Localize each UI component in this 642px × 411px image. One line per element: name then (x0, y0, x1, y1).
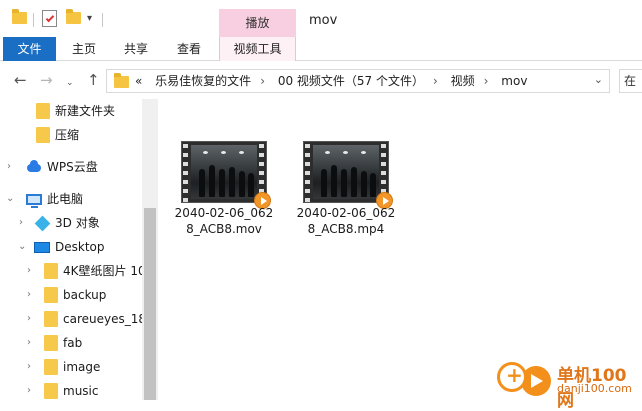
address-bar[interactable]: « 乐易佳恢复的文件 › 00 视频文件（57 个文件） › 视频 › mov ⌄ (106, 69, 610, 93)
nav-item-label: backup (63, 288, 107, 302)
navigation-pane: 新建文件夹 压缩 › WPS云盘 ⌄ 此电脑 › 3D 对象 ⌄ Desktop… (0, 99, 158, 400)
watermark-url: danji100.com (557, 382, 632, 395)
file-name: 2040-02-06_0628_ACB8.mov (174, 206, 274, 236)
new-folder-icon[interactable] (66, 9, 81, 30)
chevron-right-icon[interactable]: › (27, 356, 31, 378)
nav-item-image[interactable]: › image (0, 356, 142, 378)
nav-item-desktop[interactable]: ⌄ Desktop (0, 236, 142, 258)
nav-item-label: 压缩 (55, 128, 80, 142)
cloud-icon (27, 160, 41, 172)
nav-scrollbar[interactable] (142, 99, 158, 400)
chevron-right-icon[interactable]: › (433, 74, 438, 88)
nav-item-label: 4K壁纸图片 10 (63, 264, 142, 278)
folder-icon (44, 359, 58, 375)
watermark-logo: 单机100网 danji100.com (497, 358, 642, 411)
chevron-right-icon[interactable]: › (27, 308, 31, 330)
file-name: 2040-02-06_0628_ACB8.mp4 (296, 206, 396, 236)
toolbar-divider (102, 13, 103, 27)
tab-share[interactable]: 共享 (113, 37, 159, 61)
film-strip-icon (181, 141, 267, 203)
folder-icon (44, 335, 58, 351)
nav-item-4k-wallpaper[interactable]: › 4K壁纸图片 10 (0, 260, 142, 282)
context-tab-play[interactable]: 播放 (219, 9, 296, 37)
nav-item-label: 此电脑 (47, 192, 84, 206)
folder-icon (44, 287, 58, 303)
window-title: mov (309, 13, 338, 28)
computer-icon (26, 194, 42, 208)
nav-item-label: Desktop (55, 240, 105, 254)
nav-item-careueyes[interactable]: › careueyes_18 (0, 308, 142, 330)
breadcrumb-item[interactable]: 视频 (451, 74, 475, 88)
chevron-right-icon[interactable]: › (260, 74, 265, 88)
toolbar-divider (33, 13, 34, 27)
tab-video-tools[interactable]: 视频工具 (219, 37, 296, 61)
folder-icon (44, 311, 58, 327)
nav-item-backup[interactable]: › backup (0, 284, 142, 306)
nav-item-3d-objects[interactable]: › 3D 对象 (0, 212, 142, 234)
nav-item-music[interactable]: › music (0, 380, 142, 402)
nav-item-label: music (63, 384, 99, 398)
folder-icon (44, 383, 58, 399)
desktop-icon (34, 242, 50, 253)
folder-icon (36, 127, 50, 143)
video-thumbnail (181, 141, 271, 209)
nav-item-new-folder[interactable]: 新建文件夹 (0, 100, 142, 122)
ribbon-tabs: 文件 主页 共享 查看 视频工具 (0, 37, 642, 61)
breadcrumb: « 乐易佳恢复的文件 › 00 视频文件（57 个文件） › 视频 › mov (135, 70, 536, 92)
tab-view[interactable]: 查看 (166, 37, 212, 61)
chevron-down-icon[interactable]: ⌄ (594, 73, 603, 86)
nav-item-compress[interactable]: 压缩 (0, 124, 142, 146)
nav-item-label: fab (63, 336, 83, 350)
chevron-right-icon[interactable]: › (484, 74, 489, 88)
nav-item-wps-cloud[interactable]: › WPS云盘 (0, 156, 142, 178)
film-strip-icon (303, 141, 389, 203)
tab-file[interactable]: 文件 (3, 37, 56, 61)
nav-item-this-pc[interactable]: ⌄ 此电脑 (0, 188, 142, 210)
folder-icon (36, 103, 50, 119)
chevron-right-icon[interactable]: › (27, 260, 31, 282)
back-arrow-icon[interactable]: ← (14, 71, 27, 89)
breadcrumb-item[interactable]: 00 视频文件（57 个文件） (278, 74, 424, 88)
breadcrumb-item[interactable]: 乐易佳恢复的文件 (155, 74, 251, 88)
tab-home[interactable]: 主页 (61, 37, 107, 61)
chevron-right-icon[interactable]: › (7, 156, 11, 178)
nav-item-label: 3D 对象 (55, 216, 100, 230)
plus-icon (497, 362, 527, 392)
search-input[interactable]: 在 (619, 69, 642, 93)
address-row: ← → ⌄ ↑ « 乐易佳恢复的文件 › 00 视频文件（57 个文件） › 视频 ›… (0, 61, 642, 99)
nav-item-label: 新建文件夹 (55, 104, 116, 118)
folder-icon (12, 9, 27, 30)
chevron-down-icon[interactable]: ⌄ (18, 236, 26, 258)
chevron-right-icon[interactable]: › (19, 212, 23, 234)
nav-item-label: image (63, 360, 101, 374)
nav-item-fab[interactable]: › fab (0, 332, 142, 354)
title-bar: ▾ 播放 mov (0, 0, 642, 37)
recent-dropdown-icon[interactable]: ⌄ (66, 74, 74, 92)
cube-icon (34, 215, 51, 232)
chevron-down-icon[interactable]: ⌄ (6, 188, 14, 210)
customize-qa-icon[interactable]: ▾ (87, 13, 92, 31)
chevron-right-icon[interactable]: › (27, 380, 31, 402)
folder-icon (44, 263, 58, 279)
nav-item-label: WPS云盘 (47, 160, 98, 174)
folder-icon (114, 73, 129, 88)
video-thumbnail (303, 141, 393, 209)
properties-icon[interactable] (42, 10, 57, 27)
breadcrumb-overflow[interactable]: « (135, 74, 142, 88)
chevron-right-icon[interactable]: › (27, 332, 31, 354)
forward-arrow-icon[interactable]: → (40, 71, 53, 89)
scrollbar-thumb[interactable] (144, 208, 156, 400)
chevron-right-icon[interactable]: › (27, 284, 31, 306)
nav-item-label: careueyes_18 (63, 312, 142, 326)
breadcrumb-item[interactable]: mov (501, 74, 527, 88)
up-arrow-icon[interactable]: ↑ (87, 71, 100, 89)
